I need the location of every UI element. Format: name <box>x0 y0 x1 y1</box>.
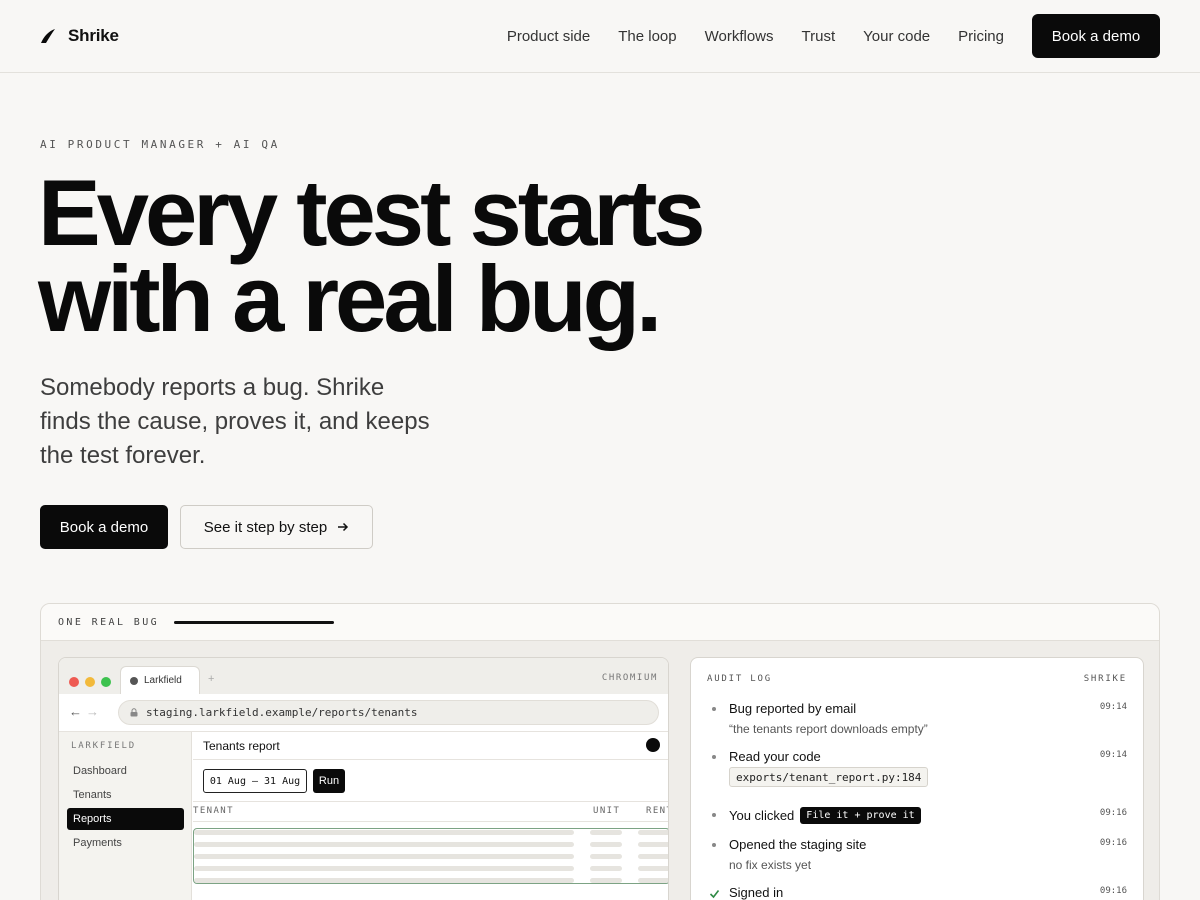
hero-headline-line-1: Every test starts <box>38 160 706 265</box>
audit-entry-title: Read your code <box>729 749 821 764</box>
sidebar-item-reports[interactable]: Reports <box>67 808 184 830</box>
table-row <box>194 878 574 883</box>
nav-link-product-side[interactable]: Product side <box>507 28 590 45</box>
nav-link-trust[interactable]: Trust <box>802 28 836 45</box>
nav-link-workflows[interactable]: Workflows <box>705 28 774 45</box>
audit-entry-detail: no fix exists yet <box>729 858 812 872</box>
column-header-rent: RENT <box>646 806 668 816</box>
table-cell <box>638 878 668 883</box>
audit-log-brand: SHRIKE <box>1083 674 1127 684</box>
favicon-icon <box>130 676 138 685</box>
hero-headline-line-2: with a real bug. <box>38 246 662 351</box>
audit-entry-title: Bug reported by email <box>729 701 857 716</box>
audit-entry-title-row: You clicked File it + prove it <box>729 807 921 824</box>
window-maximize-dot[interactable] <box>101 677 111 687</box>
window-close-dot[interactable] <box>69 677 79 687</box>
browser-tab-title: Larkfield <box>144 675 182 686</box>
empty-table-body <box>193 828 668 884</box>
table-header: TENANT UNIT RENT <box>193 802 668 822</box>
demo-header: ONE REAL BUG <box>41 604 1159 641</box>
column-header-tenant: TENANT <box>193 806 234 816</box>
browser-engine-label: CHROMIUM <box>601 673 658 683</box>
hero-book-demo-button[interactable]: Book a demo <box>40 505 168 549</box>
sidebar-item-tenants[interactable]: Tenants <box>67 784 184 806</box>
hero-headline: Every test starts with a real bug. <box>38 160 798 351</box>
audit-entry-title: Signed in <box>729 885 784 900</box>
top-nav: Shrike Product side The loop Workflows T… <box>0 0 1200 73</box>
app-sidebar: LARKFIELD Dashboard Tenants Reports Paym… <box>59 732 192 900</box>
audit-log-label: AUDIT LOG <box>707 674 772 684</box>
report-content: Tenants report 01 Aug – 31 Aug Run TENAN… <box>193 732 668 900</box>
table-cell <box>638 842 668 847</box>
browser-tab[interactable]: Larkfield <box>120 666 200 694</box>
address-row: ← → staging.larkfield.example/reports/te… <box>59 694 668 732</box>
table-row <box>194 854 574 859</box>
browser-chrome: Larkfield + CHROMIUM <box>59 658 668 694</box>
address-bar[interactable]: staging.larkfield.example/reports/tenant… <box>118 700 659 725</box>
bullet-icon <box>712 843 716 847</box>
arrow-right-icon <box>337 519 349 536</box>
see-step-by-step-label: See it step by step <box>203 518 328 536</box>
column-header-unit: UNIT <box>593 806 621 816</box>
audit-entry-time: 09:16 <box>1099 886 1127 896</box>
audit-entry-title: Opened the staging site <box>729 837 867 852</box>
larkfield-app: LARKFIELD Dashboard Tenants Reports Paym… <box>59 732 668 900</box>
audit-entry-detail: “the tenants report downloads empty” <box>729 722 928 736</box>
table-cell <box>590 854 622 859</box>
demo-panel: ONE REAL BUG Larkfield + CHROMIUM ← → st… <box>40 603 1160 900</box>
bullet-icon <box>712 755 716 759</box>
window-minimize-dot[interactable] <box>85 677 95 687</box>
new-tab-button[interactable]: + <box>208 673 214 685</box>
app-brand: LARKFIELD <box>71 741 136 751</box>
brand-logo[interactable]: Shrike <box>40 26 119 46</box>
forward-arrow-icon[interactable]: → <box>86 704 99 719</box>
sidebar-item-payments[interactable]: Payments <box>67 832 184 854</box>
table-cell <box>590 878 622 883</box>
see-step-by-step-button[interactable]: See it step by step <box>180 505 373 549</box>
sidebar-item-dashboard[interactable]: Dashboard <box>67 760 184 782</box>
table-cell <box>590 842 622 847</box>
nav-link-your-code[interactable]: Your code <box>863 28 930 45</box>
audit-log-panel: AUDIT LOG SHRIKE Bug reported by email 0… <box>690 657 1144 900</box>
demo-label: ONE REAL BUG <box>58 616 160 628</box>
code-reference[interactable]: exports/tenant_report.py:184 <box>729 767 929 787</box>
audit-entry-time: 09:16 <box>1099 838 1127 848</box>
table-cell <box>638 830 668 835</box>
audit-entry-time: 09:16 <box>1099 808 1127 818</box>
hero-subhead: Somebody reports a bug. Shrike finds the… <box>40 374 430 469</box>
bullet-icon <box>712 707 716 711</box>
table-row <box>194 866 574 871</box>
run-button[interactable]: Run <box>313 769 345 793</box>
back-arrow-icon[interactable]: ← <box>69 704 82 719</box>
table-cell <box>638 854 668 859</box>
nav-link-the-loop[interactable]: The loop <box>618 28 676 45</box>
browser-mock: Larkfield + CHROMIUM ← → staging.larkfie… <box>58 657 669 900</box>
address-url: staging.larkfield.example/reports/tenant… <box>146 706 418 719</box>
report-filter-row: 01 Aug – 31 Aug Run <box>193 760 668 802</box>
table-row <box>194 842 574 847</box>
nav-book-demo-button[interactable]: Book a demo <box>1032 14 1160 58</box>
table-cell <box>638 866 668 871</box>
bullet-icon <box>712 813 716 817</box>
table-cell <box>590 830 622 835</box>
audit-entry-title: You clicked <box>729 808 795 823</box>
audit-entry-time: 09:14 <box>1099 702 1127 712</box>
date-range-field[interactable]: 01 Aug – 31 Aug <box>203 769 307 793</box>
lock-icon <box>130 708 138 717</box>
report-title: Tenants report <box>203 739 280 753</box>
report-title-row: Tenants report <box>193 732 668 760</box>
table-row <box>194 830 574 835</box>
file-it-prove-it-pill: File it + prove it <box>800 807 921 824</box>
nav-links: Product side The loop Workflows Trust Yo… <box>507 14 1160 58</box>
avatar[interactable] <box>646 738 660 752</box>
demo-progress-bar <box>174 620 335 624</box>
check-icon <box>709 888 720 899</box>
hero-eyebrow: AI PRODUCT MANAGER + AI QA <box>40 138 280 151</box>
table-cell <box>590 866 622 871</box>
audit-entry-time: 09:14 <box>1099 750 1127 760</box>
brand-name: Shrike <box>68 26 119 45</box>
nav-link-pricing[interactable]: Pricing <box>958 28 1004 45</box>
shrike-logo-icon <box>40 28 56 44</box>
